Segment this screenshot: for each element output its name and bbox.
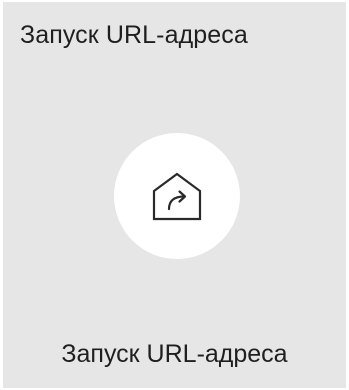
home-share-arrow-icon	[152, 172, 202, 221]
url-launcher-button[interactable]	[114, 133, 240, 259]
page-title: Запуск URL-адреса	[20, 21, 248, 49]
launcher-panel: Запуск URL-адреса Запуск URL-адреса	[3, 2, 346, 388]
app-window: Запуск URL-адреса Запуск URL-адреса	[0, 0, 349, 390]
launcher-label: Запуск URL-адреса	[61, 340, 288, 368]
